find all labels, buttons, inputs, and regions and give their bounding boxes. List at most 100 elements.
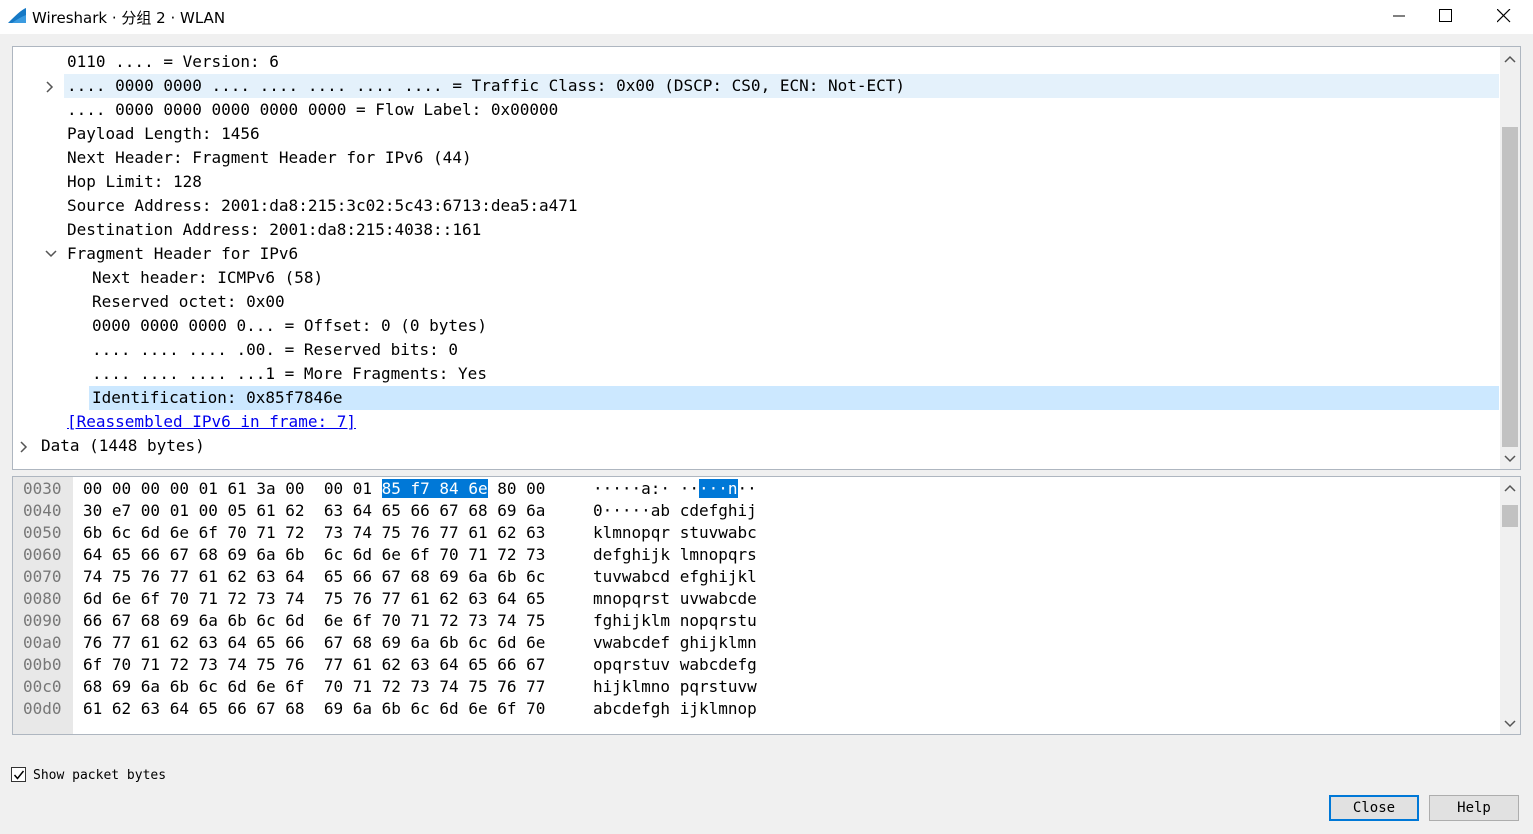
- tree-row[interactable]: .... .... .... .00. = Reserved bits: 0: [13, 338, 1499, 362]
- hex-bytes[interactable]: 61 62 63 64 65 66 67 68 69 6a 6b 6c 6d 6…: [83, 698, 545, 720]
- ascii-bytes[interactable]: hijklmno pqrstuvw: [593, 676, 757, 698]
- tree-row[interactable]: Reserved octet: 0x00: [13, 290, 1499, 314]
- ascii-first-half: fghijklm: [593, 611, 671, 630]
- tree-row[interactable]: Fragment Header for IPv6: [13, 242, 1499, 266]
- hex-bytes[interactable]: 00 00 00 00 01 61 3a 00 00 01 85 f7 84 6…: [83, 478, 545, 500]
- tree-row[interactable]: Source Address: 2001:da8:215:3c02:5c43:6…: [13, 194, 1499, 218]
- ascii-bytes[interactable]: mnopqrst uvwabcde: [593, 588, 757, 610]
- maximize-button[interactable]: [1422, 0, 1468, 32]
- hex-bytes-second-half: 6c 6d 6e 6f 70 71 72 73: [323, 545, 546, 564]
- ascii-second-half: pqrstuvw: [670, 677, 757, 696]
- packet-detail-pane[interactable]: 0110 .... = Version: 6 .... 0000 0000 ...…: [12, 46, 1521, 470]
- tree-row[interactable]: .... .... .... ...1 = More Fragments: Ye…: [13, 362, 1499, 386]
- hex-offset: 0030: [23, 479, 62, 498]
- hex-bytes[interactable]: 6d 6e 6f 70 71 72 73 74 75 76 77 61 62 6…: [83, 588, 545, 610]
- hex-bytes-first-half: 64 65 66 67 68 69 6a 6b: [83, 545, 324, 564]
- expander-closed-icon[interactable]: [19, 434, 33, 458]
- tree-row-text: .... .... .... .00. = Reserved bits: 0: [92, 340, 459, 359]
- hex-bytes[interactable]: 74 75 76 77 61 62 63 64 65 66 67 68 69 6…: [83, 566, 545, 588]
- tree-row-text: Source Address: 2001:da8:215:3c02:5c43:6…: [67, 196, 578, 215]
- ascii-bytes[interactable]: fghijklm nopqrstu: [593, 610, 757, 632]
- ascii-second-half: ··: [670, 479, 699, 498]
- tree-row-text: Next Header: Fragment Header for IPv6 (4…: [67, 148, 472, 167]
- hex-offset: 0070: [23, 567, 62, 586]
- scroll-up-arrow-icon[interactable]: [1503, 482, 1517, 496]
- packet-detail-tree[interactable]: 0110 .... = Version: 6 .... 0000 0000 ...…: [13, 50, 1499, 458]
- detail-scroll-thumb[interactable]: [1502, 127, 1518, 447]
- tree-row[interactable]: Payload Length: 1456: [13, 122, 1499, 146]
- hex-bytes-first-half: 76 77 61 62 63 64 65 66: [83, 633, 324, 652]
- scroll-up-arrow-icon[interactable]: [1503, 53, 1517, 67]
- hex-offset: 0050: [23, 523, 62, 542]
- tree-row[interactable]: .... 0000 0000 0000 0000 0000 = Flow Lab…: [13, 98, 1499, 122]
- ascii-second-half: nopqrstu: [670, 611, 757, 630]
- tree-row[interactable]: Hop Limit: 128: [13, 170, 1499, 194]
- hex-bytes-tail: 80 00: [487, 479, 546, 498]
- hex-bytes-second-half: 63 64 65 66 67 68 69 6a: [323, 501, 546, 520]
- ascii-second-half: cdefghij: [670, 501, 757, 520]
- minimize-icon: [1393, 15, 1405, 17]
- hex-bytes[interactable]: 64 65 66 67 68 69 6a 6b 6c 6d 6e 6f 70 7…: [83, 544, 545, 566]
- close-button[interactable]: Close: [1329, 795, 1419, 821]
- wireshark-fin-icon: [8, 8, 26, 23]
- minimize-button[interactable]: [1376, 0, 1422, 32]
- ascii-second-half: ghijklmn: [670, 633, 757, 652]
- ascii-second-half: wabcdefg: [670, 655, 757, 674]
- window-title: Wireshark · 分组 2 · WLAN: [32, 9, 226, 27]
- reassembled-frame-link[interactable]: [Reassembled IPv6 in frame: 7]: [67, 410, 356, 434]
- ascii-bytes[interactable]: klmnopqr stuvwabc: [593, 522, 757, 544]
- tree-row[interactable]: Destination Address: 2001:da8:215:4038::…: [13, 218, 1499, 242]
- tree-row-text: 0110 .... = Version: 6: [67, 52, 279, 71]
- hex-offset: 00c0: [23, 677, 62, 696]
- hex-bytes-selected: 85 f7 84 6e: [381, 479, 488, 498]
- tree-row-text: Hop Limit: 128: [67, 172, 202, 191]
- tree-row-text: 0000 0000 0000 0... = Offset: 0 (0 bytes…: [92, 316, 487, 335]
- tree-row-text: Data (1448 bytes): [41, 436, 205, 455]
- show-packet-bytes-label[interactable]: Show packet bytes: [33, 768, 166, 783]
- detail-vertical-scrollbar[interactable]: [1500, 47, 1520, 469]
- close-window-button[interactable]: [1480, 0, 1526, 32]
- expander-open-icon[interactable]: [45, 242, 59, 266]
- tree-row[interactable]: Next Header: Fragment Header for IPv6 (4…: [13, 146, 1499, 170]
- tree-row[interactable]: 0000 0000 0000 0... = Offset: 0 (0 bytes…: [13, 314, 1499, 338]
- tree-row[interactable]: 0110 .... = Version: 6: [13, 50, 1499, 74]
- ascii-second-half: uvwabcde: [670, 589, 757, 608]
- hex-bytes[interactable]: 30 e7 00 01 00 05 61 62 63 64 65 66 67 6…: [83, 500, 545, 522]
- ascii-bytes[interactable]: vwabcdef ghijklmn: [593, 632, 757, 654]
- hex-bytes[interactable]: 66 67 68 69 6a 6b 6c 6d 6e 6f 70 71 72 7…: [83, 610, 545, 632]
- ascii-first-half: 0·····ab: [593, 501, 671, 520]
- ascii-first-half: abcdefgh: [593, 699, 671, 718]
- tree-row[interactable]: Next header: ICMPv6 (58): [13, 266, 1499, 290]
- tree-row[interactable]: Identification: 0x85f7846e: [89, 386, 1499, 410]
- hex-bytes[interactable]: 6b 6c 6d 6e 6f 70 71 72 73 74 75 76 77 6…: [83, 522, 545, 544]
- ascii-first-half: hijklmno: [593, 677, 671, 696]
- hex-offset: 00a0: [23, 633, 62, 652]
- hex-bytes[interactable]: 68 69 6a 6b 6c 6d 6e 6f 70 71 72 73 74 7…: [83, 676, 545, 698]
- tree-row[interactable]: Data (1448 bytes): [13, 434, 1499, 458]
- tree-row[interactable]: [Reassembled IPv6 in frame: 7]: [13, 410, 1499, 434]
- expander-closed-icon[interactable]: [45, 74, 59, 98]
- ascii-first-half: klmnopqr: [593, 523, 671, 542]
- ascii-bytes[interactable]: ·····a:· ·····n··: [593, 478, 757, 500]
- bytes-vertical-scrollbar[interactable]: [1500, 477, 1520, 734]
- close-icon: [1497, 9, 1511, 23]
- tree-row[interactable]: .... 0000 0000 .... .... .... .... .... …: [46, 74, 1499, 98]
- hex-bytes-second-half: 65 66 67 68 69 6a 6b 6c: [323, 567, 546, 586]
- hex-offset: 0080: [23, 589, 62, 608]
- scroll-down-arrow-icon[interactable]: [1503, 451, 1517, 465]
- bytes-scroll-thumb[interactable]: [1502, 505, 1518, 527]
- help-button[interactable]: Help: [1429, 795, 1519, 821]
- ascii-second-half: ijklmnop: [670, 699, 757, 718]
- ascii-bytes[interactable]: tuvwabcd efghijkl: [593, 566, 757, 588]
- ascii-bytes[interactable]: abcdefgh ijklmnop: [593, 698, 757, 720]
- ascii-first-half: defghijk: [593, 545, 671, 564]
- tree-row-text: .... 0000 0000 .... .... .... .... .... …: [67, 76, 906, 95]
- show-packet-bytes-checkbox[interactable]: [11, 767, 26, 782]
- hex-bytes[interactable]: 6f 70 71 72 73 74 75 76 77 61 62 63 64 6…: [83, 654, 545, 676]
- ascii-bytes[interactable]: defghijk lmnopqrs: [593, 544, 757, 566]
- scroll-down-arrow-icon[interactable]: [1503, 716, 1517, 730]
- ascii-bytes[interactable]: opqrstuv wabcdefg: [593, 654, 757, 676]
- packet-bytes-pane[interactable]: 0030 00 00 00 00 01 61 3a 00 00 01 85 f7 …: [12, 476, 1521, 735]
- hex-bytes[interactable]: 76 77 61 62 63 64 65 66 67 68 69 6a 6b 6…: [83, 632, 545, 654]
- ascii-bytes[interactable]: 0·····ab cdefghij: [593, 500, 757, 522]
